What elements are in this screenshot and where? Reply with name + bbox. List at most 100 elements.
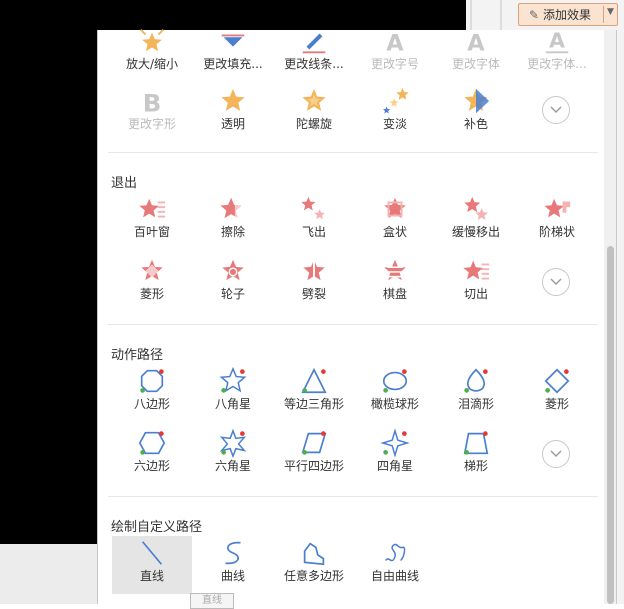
motion-path-item[interactable]: 平行四边形 [274, 426, 354, 484]
exit-effect-item[interactable]: 飞出 [274, 192, 354, 250]
exit-effect-label: 劈裂 [301, 287, 326, 301]
exit-effect-item[interactable]: 阶梯状 [517, 192, 597, 250]
add-effect-split [603, 6, 604, 23]
svg-text:A: A [386, 30, 404, 56]
pen-line-icon [302, 33, 326, 54]
emphasis-effect-item[interactable]: 变淡 [355, 84, 435, 142]
svg-text:A: A [549, 29, 565, 53]
scribble-path-icon [385, 543, 406, 562]
star-blinds-icon [139, 198, 166, 218]
octagon-path-icon [140, 369, 164, 393]
trapezoid-path-icon [463, 431, 489, 455]
exit-effect-item[interactable]: 轮子 [193, 254, 273, 312]
star-burst-icon [140, 29, 164, 52]
exit-effect-item[interactable]: 擦除 [193, 192, 273, 250]
exit-effect-label: 轮子 [220, 287, 245, 301]
more-exit-button[interactable] [542, 268, 570, 296]
motion-path-label: 泪滴形 [457, 397, 494, 411]
more-motion-path-button[interactable] [542, 440, 570, 468]
star-cut-icon [463, 260, 490, 280]
exit-effect-item[interactable]: 百叶窗 [112, 192, 192, 250]
exit-effect-label: 擦除 [220, 225, 245, 239]
motion-path-item[interactable]: 泪滴形 [436, 364, 516, 422]
emphasis-effect-item[interactable]: 更改填充... [193, 24, 273, 82]
exit-effect-item[interactable]: 缓慢移出 [436, 192, 516, 250]
emphasis-effect-label: 透明 [220, 117, 245, 131]
emphasis-effect-item[interactable]: 补色 [436, 84, 516, 142]
motion-path-label: 菱形 [544, 397, 569, 411]
parallelogram-path-icon [301, 431, 327, 455]
motion-path-label: 六边形 [133, 459, 170, 473]
fill-bucket-icon [221, 34, 245, 47]
star-checker-icon [384, 259, 406, 281]
exit-effect-label: 缓慢移出 [451, 225, 500, 239]
motion-path-label: 六角星 [214, 459, 251, 473]
exit-effect-item[interactable]: 菱形 [112, 254, 192, 312]
motion-path-label: 八边形 [133, 397, 170, 411]
motion-path-section-title: 动作路径 [111, 348, 164, 363]
motion-path-item[interactable]: 八边形 [112, 364, 192, 422]
star-spin-icon [302, 88, 326, 111]
emphasis-effect-item[interactable]: 陀螺旋 [274, 84, 354, 142]
motion-path-item[interactable]: 梯形 [436, 426, 516, 484]
hexagon-path-icon [138, 431, 166, 455]
custom-path-label: 自由曲线 [370, 569, 419, 583]
motion-path-item[interactable]: 六边形 [112, 426, 192, 484]
custom-path-item[interactable]: 曲线 [193, 536, 273, 594]
motion-path-item[interactable]: 等边三角形 [274, 364, 354, 422]
star-crawl-icon [464, 196, 488, 220]
custom-path-item[interactable]: 自由曲线 [355, 536, 435, 594]
emphasis-effect-label: 更改字号 [370, 57, 419, 71]
more-emphasis-button[interactable] [542, 96, 570, 124]
exit-section-title: 退出 [111, 176, 138, 191]
exit-effect-label: 阶梯状 [538, 225, 575, 239]
star-split-icon [303, 257, 325, 285]
star-diamond-icon [141, 259, 163, 281]
add-effect-button[interactable]: ✎ 添加效果 ▼ [518, 3, 618, 26]
line-path-icon [141, 541, 163, 565]
motion-path-item[interactable]: 八角星 [193, 364, 273, 422]
exit-effect-item[interactable]: 棋盘 [355, 254, 435, 312]
section-divider [108, 496, 598, 497]
letter-a-icon: A [467, 30, 485, 56]
exit-effect-item[interactable]: 切出 [436, 254, 516, 312]
letter-b-icon: B [143, 88, 162, 116]
custom-path-label: 任意多边形 [283, 569, 344, 583]
emphasis-effect-item[interactable]: 放大/缩小 [112, 24, 192, 82]
exit-effect-item[interactable]: 盒状 [355, 192, 435, 250]
exit-effect-label: 飞出 [301, 225, 326, 239]
curve-path-icon [225, 541, 241, 565]
scrollbar-thumb[interactable] [607, 246, 614, 604]
star-icon [221, 88, 245, 111]
custom-path-item[interactable]: 任意多边形 [274, 536, 354, 594]
emphasis-effect-item[interactable]: 更改线条... [274, 24, 354, 82]
motion-path-label: 等边三角形 [283, 397, 344, 411]
star-fly-icon [301, 196, 325, 220]
star-complement-icon [464, 88, 490, 114]
emphasis-effect-label: 更改字形 [127, 117, 176, 131]
exit-effect-label: 盒状 [382, 225, 407, 239]
emphasis-effect-label: 陀螺旋 [295, 117, 332, 131]
exit-effect-label: 切出 [463, 287, 488, 301]
svg-text:B: B [143, 88, 162, 116]
six-point-star-path-icon [219, 428, 247, 458]
motion-path-label: 八角星 [214, 397, 251, 411]
add-effect-label: 添加效果 [543, 8, 592, 22]
emphasis-effect-item[interactable]: 透明 [193, 84, 273, 142]
dropdown-arrow-icon[interactable]: ▼ [607, 7, 614, 17]
motion-path-item[interactable]: 菱形 [517, 364, 597, 422]
motion-path-item[interactable]: 橄榄球形 [355, 364, 435, 422]
custom-path-item[interactable]: 直线 [112, 536, 192, 594]
chevron-down-icon [550, 106, 562, 113]
motion-path-item[interactable]: 四角星 [355, 426, 435, 484]
exit-effect-item[interactable]: 劈裂 [274, 254, 354, 312]
emphasis-effect-label: 更改字体 [451, 57, 500, 71]
chevron-down-icon [550, 450, 562, 457]
section-divider [108, 324, 598, 325]
chevron-down-icon [550, 278, 562, 285]
motion-path-item[interactable]: 六角星 [193, 426, 273, 484]
letter-a-underline-icon: A [545, 29, 569, 54]
stars-fade-icon [383, 87, 409, 114]
custom-path-label: 直线 [139, 569, 164, 583]
football-path-icon [382, 369, 408, 393]
